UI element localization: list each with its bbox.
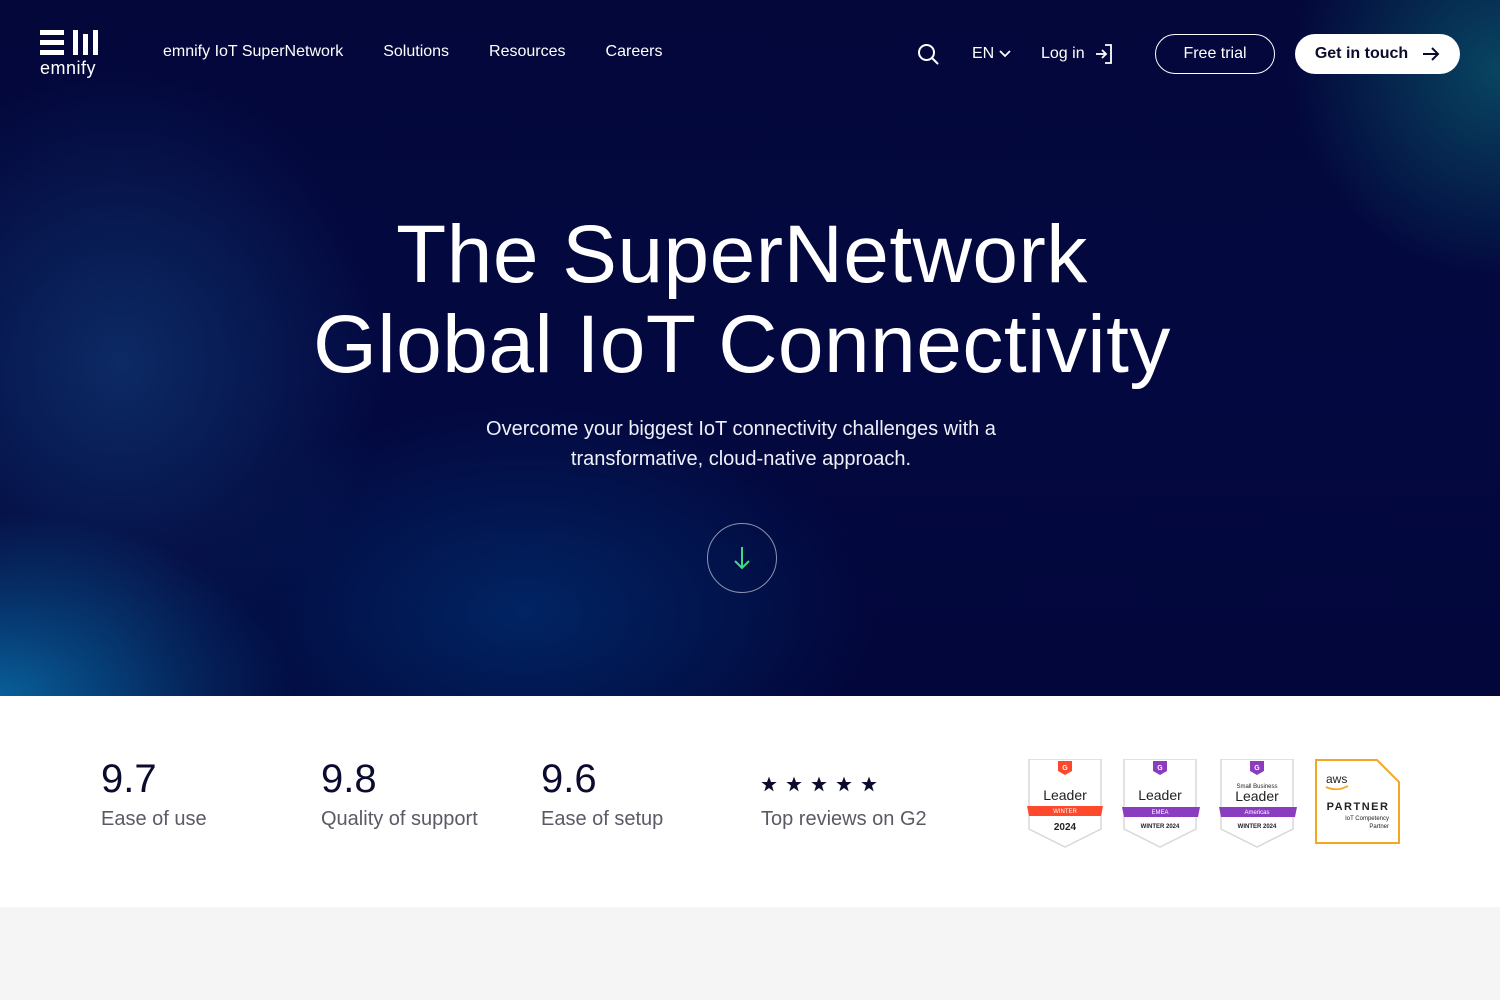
next-section: [0, 907, 1500, 1000]
badge-title: PARTNER: [1327, 801, 1390, 813]
logo-text: emnify: [40, 58, 97, 78]
arrow-down-icon: [734, 547, 750, 570]
rating-ease-of-setup: 9.6 Ease of setup: [541, 756, 663, 831]
reviews-label: Top reviews on G2: [761, 808, 927, 830]
g2-leader-emea-badge: G Leader EMEA WINTER 2024: [1122, 759, 1200, 848]
badge-top: aws: [1326, 772, 1347, 786]
hero-title-line-1: The SuperNetwork: [396, 209, 1088, 300]
rating-value: 9.8: [321, 757, 377, 801]
g2-reviews: Top reviews on G2: [761, 756, 927, 831]
hero-title-line-2: Global IoT Connectivity: [313, 299, 1171, 390]
rating-quality-of-support: 9.8 Quality of support: [321, 756, 478, 831]
nav-item-supernetwork[interactable]: emnify IoT SuperNetwork: [163, 43, 343, 61]
badge-band: Americas: [1244, 810, 1269, 816]
hero-subtitle-line-1: Overcome your biggest IoT connectivity c…: [486, 418, 996, 440]
scroll-down-button[interactable]: [707, 523, 777, 593]
svg-text:G: G: [1157, 765, 1163, 772]
ratings-strip: 9.7 Ease of use 9.8 Quality of support 9…: [0, 696, 1500, 907]
badge-title: Leader: [1043, 787, 1087, 803]
rating-label: Ease of use: [101, 808, 207, 830]
badge-title: Leader: [1235, 788, 1279, 804]
star-rating: [761, 756, 927, 802]
star-icon: [761, 776, 777, 792]
rating-value: 9.6: [541, 757, 597, 801]
nav-item-solutions[interactable]: Solutions: [383, 43, 449, 61]
login-link[interactable]: Log in: [1041, 44, 1113, 64]
nav-item-careers[interactable]: Careers: [606, 43, 663, 61]
hero-subtitle-line-2: transformative, cloud-native approach.: [570, 448, 912, 470]
hero-title: The SuperNetwork Global IoT Connectivity: [0, 210, 1484, 390]
get-in-touch-button[interactable]: Get in touch: [1295, 34, 1460, 74]
chevron-down-icon: [999, 50, 1011, 58]
award-badges: G Leader WINTER 2024 G Leader EMEA WINTE…: [1027, 759, 1400, 848]
free-trial-button[interactable]: Free trial: [1155, 34, 1275, 74]
star-icon: [811, 776, 827, 792]
language-label: EN: [972, 45, 995, 62]
language-selector[interactable]: EN: [972, 45, 1011, 63]
rating-label: Ease of setup: [541, 808, 664, 830]
svg-text:G: G: [1062, 765, 1068, 772]
badge-title: Leader: [1138, 787, 1182, 803]
badge-bottom: WINTER 2024: [1141, 824, 1180, 830]
main-nav: emnify IoT SuperNetwork Solutions Resour…: [163, 43, 662, 61]
star-icon: [861, 776, 877, 792]
g2-small-business-leader-badge: G Small Business Leader Americas WINTER …: [1219, 759, 1297, 848]
rating-label: Quality of support: [321, 808, 478, 830]
nav-item-resources[interactable]: Resources: [489, 43, 565, 61]
login-icon: [1095, 44, 1112, 64]
rating-value: 9.7: [101, 757, 157, 801]
badge-band: EMEA: [1151, 810, 1168, 816]
get-in-touch-label: Get in touch: [1314, 45, 1409, 62]
badge-bottom: WINTER 2024: [1238, 824, 1277, 830]
svg-text:G: G: [1254, 765, 1260, 772]
badge-band: WINTER: [1053, 809, 1077, 815]
star-icon: [786, 776, 802, 792]
hero-subtitle: Overcome your biggest IoT connectivity c…: [441, 414, 1041, 474]
search-icon[interactable]: [917, 43, 939, 65]
badge-bottom: Partner: [1369, 824, 1389, 830]
g2-leader-badge: G Leader WINTER 2024: [1027, 759, 1103, 848]
star-icon: [836, 776, 852, 792]
login-label: Log in: [1041, 45, 1085, 62]
badge-band: IoT Competency: [1345, 816, 1389, 822]
aws-partner-badge: aws PARTNER IoT Competency Partner: [1315, 759, 1400, 844]
hero-section: emnify emnify IoT SuperNetwork Solutions…: [0, 0, 1500, 696]
rating-ease-of-use: 9.7 Ease of use: [101, 756, 207, 831]
badge-bottom: 2024: [1054, 822, 1077, 833]
arrow-right-icon: [1423, 47, 1440, 61]
